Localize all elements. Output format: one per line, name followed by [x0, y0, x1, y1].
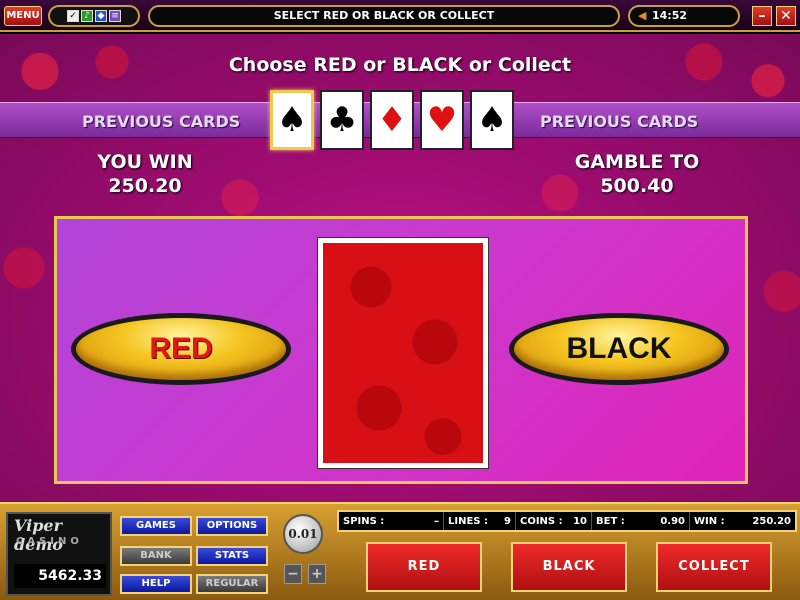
you-win-label: YOU WIN: [97, 151, 193, 173]
previous-card: ♠: [270, 90, 314, 150]
toolbar-icons: ✓ ♪ ◆ ≡: [48, 5, 140, 27]
regular-button[interactable]: REGULAR: [196, 574, 268, 594]
you-win-value: 250.20: [108, 175, 182, 197]
spins-value: –: [434, 515, 439, 527]
black-choice-button[interactable]: BLACK: [509, 313, 729, 385]
bank-button[interactable]: BANK: [120, 546, 192, 566]
gamble-to-value: 500.40: [600, 175, 674, 197]
minimize-button[interactable]: –: [752, 6, 772, 26]
previous-card: ♥: [420, 90, 464, 150]
balance-display: 5462.33: [14, 564, 106, 588]
coin-increase-button[interactable]: +: [308, 564, 326, 584]
logo-casino-text: CASINO: [16, 536, 83, 547]
menu-button[interactable]: MENU: [4, 6, 42, 26]
card-back-pattern: [323, 243, 483, 463]
collect-button[interactable]: COLLECT: [656, 542, 772, 592]
clock-time: 14:52: [652, 9, 688, 22]
bet-label: BET :: [596, 515, 625, 527]
gamble-panel: RED BLACK: [54, 216, 748, 484]
games-button[interactable]: GAMES: [120, 516, 192, 536]
previous-card: ♦: [370, 90, 414, 150]
help-button[interactable]: HELP: [120, 574, 192, 594]
black-action-button[interactable]: BLACK: [511, 542, 627, 592]
logo-viper-text: Viper demo: [14, 516, 63, 554]
card-suit-icon: ♠: [276, 100, 308, 140]
stats-icon[interactable]: ≡: [109, 10, 121, 22]
win-label: WIN :: [694, 515, 725, 527]
win-info: WIN : 250.20: [690, 512, 795, 530]
bottom-console: Viper demo CASINO 5462.33 GAMES OPTIONS …: [0, 502, 800, 600]
speaker-icon[interactable]: ◀: [638, 10, 650, 22]
previous-card: ♠: [470, 90, 514, 150]
previous-card: ♣: [320, 90, 364, 150]
red-choice-button[interactable]: RED: [71, 313, 291, 385]
card-suit-icon: ♣: [326, 100, 358, 140]
status-message: SELECT RED OR BLACK OR COLLECT: [148, 5, 620, 27]
checkbox-icon[interactable]: ✓: [67, 10, 79, 22]
bet-value: 0.90: [660, 515, 685, 527]
coins-value: 10: [573, 515, 587, 527]
sound-icon[interactable]: ♪: [81, 10, 93, 22]
info-bar: SPINS : – LINES : 9 COINS : 10 BET : 0.9…: [337, 510, 797, 532]
coin-value-chip[interactable]: 0.01: [283, 514, 323, 554]
previous-cards-label-right: PREVIOUS CARDS: [540, 112, 699, 131]
card-suit-icon: ♠: [476, 100, 508, 140]
previous-cards: ♠ ♣ ♦ ♥ ♠: [270, 90, 514, 152]
gamble-to-label: GAMBLE TO: [574, 151, 700, 173]
card-suit-icon: ♦: [376, 100, 408, 140]
top-bar: MENU ✓ ♪ ◆ ≡ SELECT RED OR BLACK OR COLL…: [0, 0, 800, 32]
lines-label: LINES :: [448, 515, 488, 527]
spins-info: SPINS : –: [339, 512, 444, 530]
options-button[interactable]: OPTIONS: [196, 516, 268, 536]
card-suit-icon: ♥: [426, 100, 458, 140]
clock: ◀ 14:52: [628, 5, 740, 27]
previous-cards-label-left: PREVIOUS CARDS: [82, 112, 241, 131]
coins-info: COINS : 10: [516, 512, 592, 530]
gamble-screen: Choose RED or BLACK or Collect PREVIOUS …: [0, 34, 800, 502]
settings-icon[interactable]: ◆: [95, 10, 107, 22]
casino-logo: Viper demo CASINO 5462.33: [6, 512, 112, 596]
coins-label: COINS :: [520, 515, 563, 527]
you-win-display: YOU WIN 250.20: [60, 151, 230, 197]
lines-info: LINES : 9: [444, 512, 516, 530]
stats-button[interactable]: STATS: [196, 546, 268, 566]
lines-value: 9: [504, 515, 511, 527]
bet-info: BET : 0.90: [592, 512, 690, 530]
red-action-button[interactable]: RED: [366, 542, 482, 592]
spins-label: SPINS :: [343, 515, 385, 527]
face-down-card: [317, 237, 489, 469]
close-button[interactable]: ✕: [776, 6, 796, 26]
gamble-prompt: Choose RED or BLACK or Collect: [228, 54, 572, 76]
win-value: 250.20: [752, 515, 791, 527]
coin-decrease-button[interactable]: −: [284, 564, 302, 584]
gamble-to-display: GAMBLE TO 500.40: [552, 151, 722, 197]
